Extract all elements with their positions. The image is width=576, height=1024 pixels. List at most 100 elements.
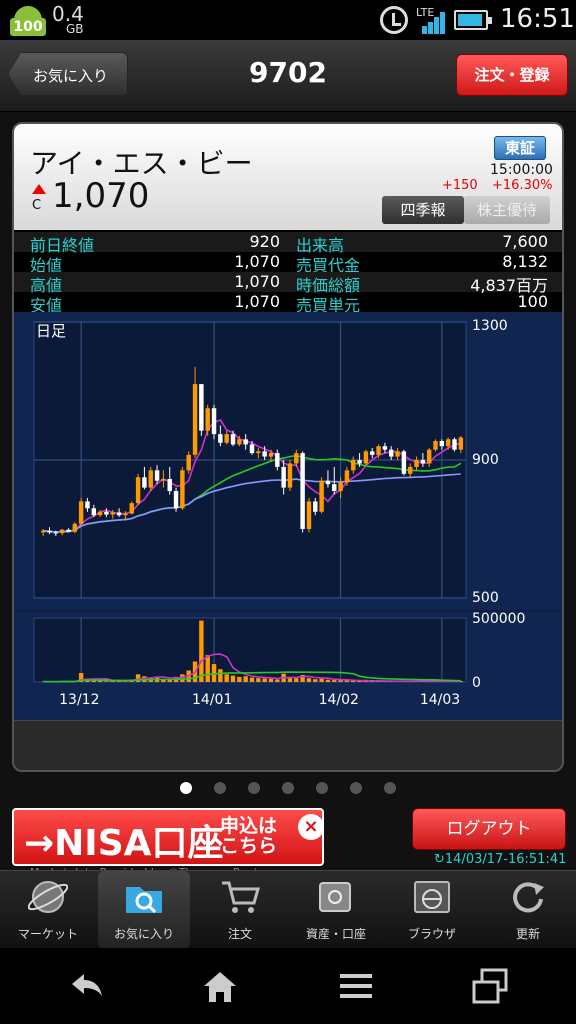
stat-value: 920 (249, 232, 280, 251)
volume-bar (319, 678, 324, 682)
android-icon: 100 (10, 4, 46, 36)
volume-bar (249, 677, 255, 682)
month-label: 14/03 (420, 692, 460, 708)
candle-body (281, 466, 286, 488)
candle-body (407, 466, 413, 474)
exchange-badge: 東証 (494, 136, 546, 160)
volume-bar (237, 676, 242, 682)
cart-icon (222, 881, 260, 913)
signal-icon (420, 10, 446, 34)
candle-body (332, 484, 337, 492)
candle-body (344, 470, 350, 483)
month-label: 14/02 (319, 692, 359, 708)
candle-body (91, 508, 97, 516)
close-icon[interactable]: × (298, 814, 324, 840)
current-price: 1,070 (52, 176, 150, 216)
candle-body (161, 478, 166, 481)
candle-body (287, 463, 293, 488)
page-dot[interactable] (384, 782, 396, 794)
clock: 16:51 (500, 4, 575, 34)
candle-body (445, 439, 451, 447)
candle-body (420, 460, 426, 464)
shareholder-benefit-tab[interactable]: 株主優待 (464, 196, 550, 224)
candle-body (129, 503, 134, 514)
volume-bar (218, 669, 223, 682)
home-icon[interactable] (200, 966, 240, 1006)
stats-row: 高値 1,070 時価総額 4,837百万 (14, 272, 562, 295)
candle-body (325, 480, 331, 485)
price-axis-label: 900 (472, 452, 499, 468)
candle-body (401, 451, 407, 474)
candle-body (78, 501, 84, 524)
candle-body (85, 501, 90, 509)
order-register-button[interactable]: 注文・登録 (456, 54, 568, 96)
android-badge: 100 (10, 18, 46, 36)
volume-bar (332, 680, 337, 682)
candle-body (180, 470, 185, 509)
stock-chart[interactable]: 1300 900 500 500000 0 日足 13/12 14/01 14/02 14/03 (14, 312, 562, 720)
candle-body (72, 523, 78, 532)
candle-body (319, 480, 324, 512)
volume-bar (313, 679, 318, 682)
status-bar: 100 0.4 GB LTE 16:51 (0, 0, 576, 40)
page-dot[interactable] (248, 782, 260, 794)
candle-body (313, 501, 318, 512)
recent-apps-icon[interactable] (470, 966, 510, 1006)
tab-assets-label: 資産・口座 (305, 927, 366, 941)
candle-body (294, 453, 299, 464)
bottom-tab-bar: マーケット お気に入り 注文 資産・口座 ブラウザ 更新 (0, 870, 576, 949)
stat-value: 7,600 (502, 232, 548, 251)
candle-body (389, 449, 394, 457)
system-nav-bar (0, 948, 576, 1024)
page-dot[interactable] (350, 782, 362, 794)
stat-value: 1,070 (234, 252, 280, 271)
candle-body (249, 444, 255, 454)
candle-body (53, 532, 59, 534)
page-dot[interactable] (282, 782, 294, 794)
menu-icon[interactable] (336, 966, 376, 1006)
volume-bar (224, 674, 229, 682)
refresh-icon (513, 882, 544, 913)
volume-bar (199, 620, 204, 682)
candle-body (211, 408, 217, 435)
app-header: お気に入り 9702 注文・登録 (0, 40, 576, 112)
page-dot[interactable] (316, 782, 328, 794)
stats-row: 安値 1,070 売買単元 100 (14, 292, 562, 315)
price-axis-label: 1300 (472, 318, 508, 334)
logout-label: ログアウト (446, 819, 532, 839)
volume-bar (243, 676, 248, 682)
volume-bar (104, 681, 109, 682)
tab-browser-label: ブラウザ (407, 927, 456, 941)
tab-market[interactable]: マーケット (2, 871, 94, 949)
candle-body (123, 513, 128, 516)
safe-icon (319, 882, 351, 912)
page-dot[interactable] (214, 782, 226, 794)
logout-button[interactable]: ログアウト (412, 808, 566, 850)
candle-body (382, 446, 388, 450)
tab-assets[interactable]: 資産・口座 (290, 871, 382, 949)
volume-bar (256, 678, 261, 682)
tab-market-label: マーケット (17, 927, 78, 941)
app-screen: 100 0.4 GB LTE 16:51 お気に入り 9702 注文・登録 アイ… (0, 0, 576, 1024)
price-change-percent: +16.30% (492, 178, 553, 193)
candle-body (357, 460, 362, 464)
month-label: 13/12 (59, 692, 99, 708)
candle-body (433, 441, 438, 450)
tab-refresh[interactable]: 更新 (482, 871, 574, 949)
page-dot[interactable] (180, 782, 192, 794)
tab-favorites[interactable]: お気に入り (98, 871, 190, 949)
page-indicator (0, 782, 576, 798)
chart-svg: 1300 900 500 500000 0 日足 13/12 14/01 14/02 14/03 (14, 312, 562, 720)
candle-body (268, 453, 274, 457)
quarterly-report-tab[interactable]: 四季報 (382, 196, 464, 224)
volume-bar (325, 679, 331, 682)
browser-icon (414, 881, 450, 913)
order-register-label: 注文・登録 (474, 66, 550, 84)
tab-order[interactable]: 注文 (194, 871, 286, 949)
back-icon[interactable] (66, 966, 106, 1006)
refresh-icon: ↻ (434, 852, 445, 867)
nisa-banner[interactable]: →NISA口座 申込は こちら × (12, 808, 324, 866)
tab-browser[interactable]: ブラウザ (386, 871, 478, 949)
candle-body (395, 451, 400, 457)
candle-body (59, 529, 65, 534)
